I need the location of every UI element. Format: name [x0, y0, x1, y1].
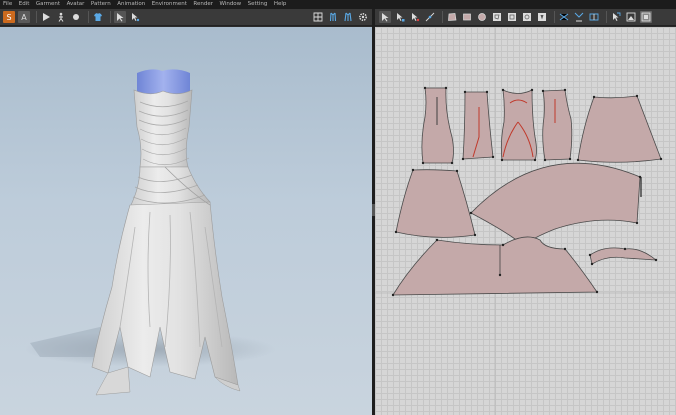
polygon-icon[interactable]	[446, 11, 458, 23]
pattern-piece-strap[interactable]	[588, 247, 658, 266]
pattern-piece-center-bodice[interactable]	[500, 88, 537, 162]
toolbar-separator	[554, 11, 555, 23]
rectangle-icon[interactable]	[461, 11, 473, 23]
menu-environment[interactable]: Environment	[152, 0, 187, 9]
garment-display-icon[interactable]	[342, 11, 354, 23]
transform-pattern-icon[interactable]	[394, 11, 406, 23]
walk-icon[interactable]	[55, 11, 67, 23]
edit-point-icon[interactable]	[409, 11, 421, 23]
internal-rectangle-icon[interactable]	[506, 11, 518, 23]
avatar-display-icon[interactable]	[327, 11, 339, 23]
pattern-piece-side-bodice[interactable]	[461, 90, 495, 161]
viewport-2d[interactable]	[375, 27, 676, 415]
menu-setting[interactable]: Setting	[248, 0, 268, 9]
toolbar-separator	[110, 11, 111, 23]
circle-icon[interactable]	[476, 11, 488, 23]
menu-window[interactable]: Window	[219, 0, 241, 9]
menu-bar: File Edit Garment Avatar Pattern Animati…	[0, 0, 676, 9]
viewport-3d[interactable]	[0, 27, 372, 415]
pattern-piece-front-bodice[interactable]	[421, 86, 454, 165]
menu-help[interactable]: Help	[274, 0, 287, 9]
menu-pattern[interactable]: Pattern	[91, 0, 111, 9]
avatar-icon[interactable]: A	[18, 11, 30, 23]
fold-icon[interactable]	[588, 11, 600, 23]
dart-icon[interactable]	[536, 11, 548, 23]
pattern-piece-skirt-upper[interactable]	[576, 94, 663, 163]
toolbar-separator	[606, 11, 607, 23]
add-point-icon[interactable]	[424, 11, 436, 23]
menu-edit[interactable]: Edit	[19, 0, 30, 9]
segment-sewing-icon[interactable]	[558, 11, 570, 23]
menu-avatar[interactable]: Avatar	[67, 0, 85, 9]
free-sewing-icon[interactable]	[573, 11, 585, 23]
svg-text:A: A	[21, 13, 27, 22]
menu-render[interactable]: Render	[193, 0, 213, 9]
simulation-icon[interactable]: S	[3, 11, 15, 23]
garment-icon[interactable]	[92, 11, 104, 23]
texture-icon[interactable]	[625, 11, 637, 23]
menu-garment[interactable]: Garment	[36, 0, 60, 9]
toolbar-separator	[442, 11, 443, 23]
menu-file[interactable]: File	[3, 0, 12, 9]
toolbar-separator	[36, 11, 37, 23]
pattern-canvas	[375, 27, 676, 415]
gown-bodice	[133, 89, 193, 168]
svg-text:S: S	[6, 13, 11, 22]
toolbar-separator	[88, 11, 89, 23]
play-icon[interactable]	[40, 11, 52, 23]
menu-animation[interactable]: Animation	[117, 0, 145, 9]
toolbar-3d: S A	[0, 9, 372, 26]
pattern-piece-flounce-hem[interactable]	[391, 236, 599, 297]
grid-view-icon[interactable]	[312, 11, 324, 23]
internal-polygon-icon[interactable]	[491, 11, 503, 23]
select-icon[interactable]	[114, 11, 126, 23]
record-icon[interactable]	[70, 11, 82, 23]
pattern-piece-flounce-fan[interactable]	[469, 162, 642, 247]
gown-3d-render	[25, 69, 275, 396]
transform-icon[interactable]	[129, 11, 141, 23]
settings-gear-icon[interactable]	[357, 11, 369, 23]
arrangement-icon[interactable]	[610, 11, 622, 23]
texture-edit-icon[interactable]	[640, 11, 652, 23]
internal-circle-icon[interactable]	[521, 11, 533, 23]
pattern-piece-skirt-left[interactable]	[394, 168, 477, 238]
select-pattern-icon[interactable]	[379, 11, 391, 23]
pattern-piece-back-bodice[interactable]	[541, 88, 573, 162]
clo3d-window: File Edit Garment Avatar Pattern Animati…	[0, 0, 676, 415]
toolbar-2d	[375, 9, 676, 26]
